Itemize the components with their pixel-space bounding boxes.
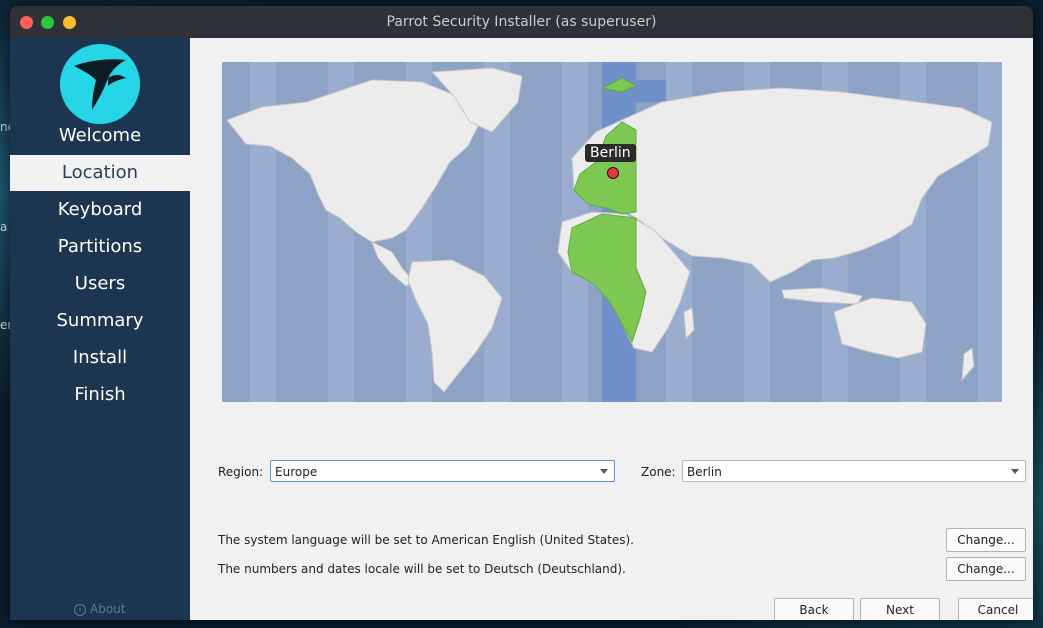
sidebar: Welcome Location Keyboard Partitions Use… — [10, 38, 190, 620]
sidebar-item-location[interactable]: Location — [10, 155, 190, 191]
sidebar-item-welcome[interactable]: Welcome — [10, 118, 190, 154]
about-label: About — [90, 602, 126, 616]
next-label: Next — [886, 603, 914, 617]
next-button[interactable]: Next — [860, 598, 940, 620]
zone-select[interactable]: Berlin — [682, 460, 1026, 482]
installer-window: Parrot Security Installer (as superuser)… — [10, 6, 1033, 620]
region-select[interactable]: Europe — [270, 460, 615, 482]
desktop-icon-label[interactable]: a — [0, 220, 7, 234]
maximize-window-button[interactable] — [41, 16, 54, 29]
zone-label: Zone: — [641, 465, 676, 479]
minimize-window-button[interactable] — [63, 16, 76, 29]
sidebar-item-partitions[interactable]: Partitions — [10, 229, 190, 265]
region-label: Region: — [218, 465, 264, 479]
selected-city-label: Berlin — [585, 144, 636, 162]
sidebar-item-summary[interactable]: Summary — [10, 303, 190, 339]
location-pin-icon[interactable] — [607, 167, 619, 179]
close-window-button[interactable] — [20, 16, 33, 29]
window-title: Parrot Security Installer (as superuser) — [386, 14, 657, 30]
cancel-label: Cancel — [977, 603, 1019, 617]
about-button[interactable]: i About — [74, 602, 125, 616]
main-content: Berlin Region: Europe Zone: Berlin The s… — [190, 38, 1033, 620]
timezone-map[interactable]: Berlin — [222, 62, 1002, 402]
title-bar[interactable]: Parrot Security Installer (as superuser) — [10, 6, 1033, 38]
sidebar-item-keyboard[interactable]: Keyboard — [10, 192, 190, 228]
system-language-text: The system language will be set to Ameri… — [218, 533, 634, 547]
change-language-button[interactable]: Change... — [946, 528, 1026, 552]
chevron-down-icon — [1011, 469, 1019, 474]
sidebar-item-finish[interactable]: Finish — [10, 377, 190, 413]
change-locale-button[interactable]: Change... — [946, 557, 1026, 581]
zone-value: Berlin — [687, 465, 722, 479]
sidebar-item-install[interactable]: Install — [10, 340, 190, 376]
sidebar-item-users[interactable]: Users — [10, 266, 190, 302]
info-icon: i — [74, 603, 86, 616]
region-value: Europe — [275, 465, 318, 479]
locale-text: The numbers and dates locale will be set… — [218, 562, 626, 576]
cancel-button[interactable]: Cancel — [958, 598, 1033, 620]
back-label: Back — [799, 603, 829, 617]
chevron-down-icon — [600, 469, 608, 474]
back-button[interactable]: Back — [774, 598, 854, 620]
parrot-logo-icon — [60, 44, 140, 124]
